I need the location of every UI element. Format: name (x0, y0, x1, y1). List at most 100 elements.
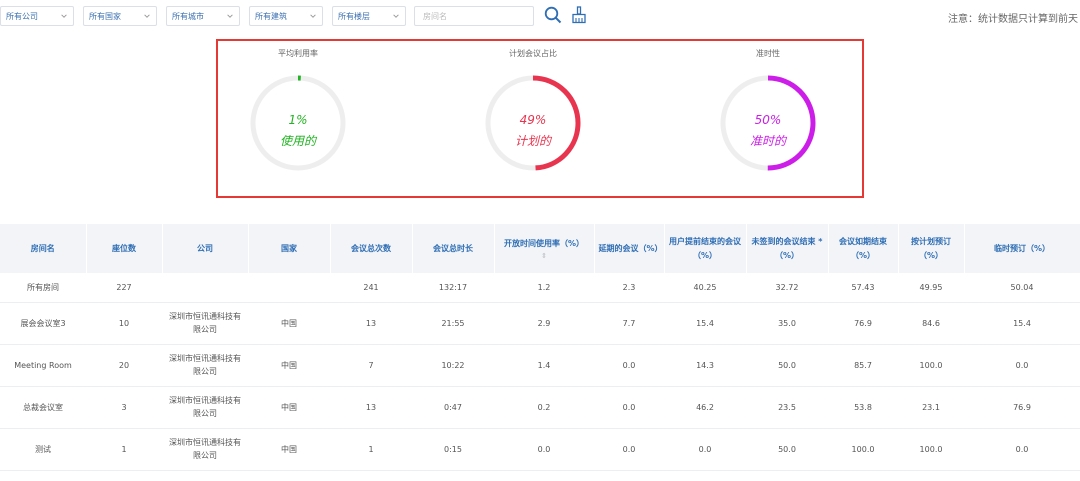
table-row: 展会会议室3 10 深圳市恒讯通科技有限公司 中国 13 21:55 2.9 7… (0, 302, 1080, 345)
gauge-value: 49% (519, 113, 547, 127)
col-header-open-utilization[interactable]: 开放时间使用率（%） ⇕ (494, 224, 595, 273)
cell-open-utilization: 2.9 (494, 302, 594, 345)
table-header-row: 房间名 座位数 公司 国家 会议总次数 会议总时长 开放时间使用率（%） ⇕ 延… (0, 224, 1080, 273)
cell-room-name: Meeting Room (0, 344, 86, 387)
gauge-label: 使用的 (279, 134, 316, 148)
cell-delayed: 7.7 (594, 302, 664, 345)
cell-ended-early: 15.4 (664, 302, 746, 345)
cell-country: 中国 (248, 428, 330, 471)
planned-meeting-gauge: 计划会议占比 49% 计划的 (463, 41, 603, 191)
gauge-label: 计划的 (514, 134, 551, 148)
cell-planned-booking: 84.6 (898, 302, 964, 345)
cell-ad-hoc-booking: 15.4 (964, 302, 1080, 345)
col-header-seats[interactable]: 座位数 (86, 224, 163, 273)
col-header-no-checkin[interactable]: 未签到的会议结束 *（%） (746, 224, 829, 273)
cell-meeting-count: 13 (330, 302, 412, 345)
country-select[interactable]: 所有国家 (83, 6, 157, 26)
gauge-value: 50% (754, 113, 782, 127)
cell-ended-on-time: 100.0 (828, 428, 898, 471)
cell-ended-early: 40.25 (664, 273, 746, 303)
cell-meeting-count: 241 (330, 273, 412, 303)
cell-seats: 227 (86, 273, 162, 303)
cell-meeting-duration: 0:47 (412, 386, 494, 429)
col-header-meeting-count[interactable]: 会议总次数 (330, 224, 413, 273)
cell-seats: 20 (86, 344, 162, 387)
chevron-down-icon (393, 14, 399, 18)
search-icon[interactable] (543, 5, 563, 25)
cell-ad-hoc-booking: 76.9 (964, 386, 1080, 429)
col-header-meeting-duration[interactable]: 会议总时长 (412, 224, 495, 273)
cell-no-checkin: 35.0 (746, 302, 828, 345)
cell-ended-early: 14.3 (664, 344, 746, 387)
building-select[interactable]: 所有建筑 (249, 6, 323, 26)
col-header-company[interactable]: 公司 (162, 224, 249, 273)
cell-open-utilization: 0.2 (494, 386, 594, 429)
cell-meeting-duration: 10:22 (412, 344, 494, 387)
cell-country: 中国 (248, 344, 330, 387)
cell-ended-on-time: 76.9 (828, 302, 898, 345)
cell-ended-on-time: 53.8 (828, 386, 898, 429)
building-select-value: 所有建筑 (255, 11, 287, 21)
cell-ad-hoc-booking: 50.04 (964, 273, 1080, 303)
cell-planned-booking: 23.1 (898, 386, 964, 429)
cell-ended-early: 46.2 (664, 386, 746, 429)
sort-icon[interactable]: ⇕ (499, 253, 590, 260)
col-header-delayed[interactable]: 延期的会议（%） (594, 224, 665, 273)
gauge-label: 准时的 (749, 134, 786, 148)
cell-planned-booking: 49.95 (898, 273, 964, 303)
punctuality-gauge: 准时性 50% 准时的 (698, 41, 838, 191)
cell-open-utilization: 1.2 (494, 273, 594, 303)
cell-no-checkin: 50.0 (746, 344, 828, 387)
cell-country: 中国 (248, 302, 330, 345)
broom-icon[interactable] (569, 5, 589, 25)
floor-select[interactable]: 所有楼层 (332, 6, 406, 26)
cell-delayed: 0.0 (594, 386, 664, 429)
col-header-ended-on-time[interactable]: 会议如期结束（%） (828, 224, 899, 273)
gauge-title: 计划会议占比 (509, 49, 557, 58)
col-header-planned-booking[interactable]: 按计划预订（%） (898, 224, 965, 273)
col-header-ended-early[interactable]: 用户提前结束的会议（%） (664, 224, 747, 273)
cell-no-checkin: 32.72 (746, 273, 828, 303)
cell-country (248, 273, 330, 303)
cell-room-name: 展会会议室3 (0, 302, 86, 345)
city-select[interactable]: 所有城市 (166, 6, 240, 26)
col-header-room-name[interactable]: 房间名 (0, 224, 87, 273)
cell-planned-booking: 100.0 (898, 428, 964, 471)
chevron-down-icon (61, 14, 67, 18)
cell-company: 深圳市恒讯通科技有限公司 (162, 302, 248, 345)
cell-ended-on-time: 57.43 (828, 273, 898, 303)
city-select-value: 所有城市 (172, 11, 204, 21)
cell-meeting-count: 13 (330, 386, 412, 429)
cell-company: 深圳市恒讯通科技有限公司 (162, 344, 248, 387)
cell-meeting-duration: 21:55 (412, 302, 494, 345)
cell-room-name: 测试 (0, 428, 86, 471)
stats-note: 注意：统计数据只计算到前天 (948, 14, 1078, 25)
cell-ended-on-time: 85.7 (828, 344, 898, 387)
col-header-ad-hoc-booking[interactable]: 临时预订（%） (964, 224, 1080, 273)
cell-company: 深圳市恒讯通科技有限公司 (162, 386, 248, 429)
col-header-country[interactable]: 国家 (248, 224, 331, 273)
cell-meeting-duration: 132:17 (412, 273, 494, 303)
cell-company: 深圳市恒讯通科技有限公司 (162, 428, 248, 471)
gauge-title: 准时性 (756, 49, 780, 58)
cell-open-utilization: 1.4 (494, 344, 594, 387)
cell-meeting-count: 7 (330, 344, 412, 387)
company-select[interactable]: 所有公司 (0, 6, 74, 26)
table-row: 总裁会议室 3 深圳市恒讯通科技有限公司 中国 13 0:47 0.2 0.0 … (0, 386, 1080, 429)
gauge-value: 1% (288, 113, 308, 127)
cell-meeting-duration: 0:15 (412, 428, 494, 471)
col-header-open-utilization-label: 开放时间使用率（%） (503, 239, 584, 248)
table-row: 测试 1 深圳市恒讯通科技有限公司 中国 1 0:15 0.0 0.0 0.0 … (0, 428, 1080, 471)
cell-meeting-count: 1 (330, 428, 412, 471)
cell-open-utilization: 0.0 (494, 428, 594, 471)
gauge-title: 平均利用率 (278, 49, 318, 58)
cell-no-checkin: 50.0 (746, 428, 828, 471)
room-name-input[interactable] (414, 6, 534, 26)
cell-company (162, 273, 248, 303)
cell-ended-early: 0.0 (664, 428, 746, 471)
cell-room-name: 总裁会议室 (0, 386, 86, 429)
cell-delayed: 2.3 (594, 273, 664, 303)
company-select-value: 所有公司 (6, 11, 38, 21)
cell-no-checkin: 23.5 (746, 386, 828, 429)
chevron-down-icon (310, 14, 316, 18)
